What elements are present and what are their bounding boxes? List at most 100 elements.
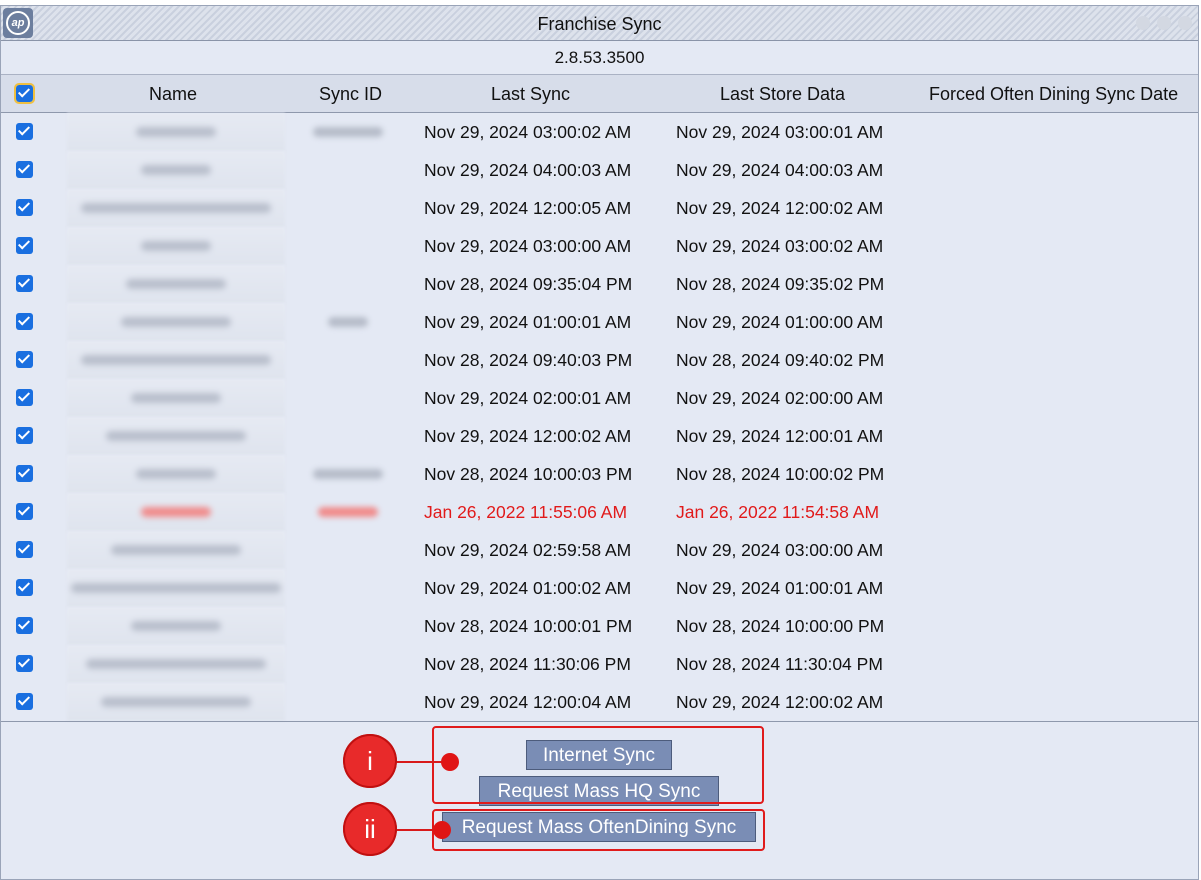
column-header-forced-sync-date[interactable]: Forced Often Dining Sync Date [929,84,1178,105]
redacted-sync-id-cell [298,151,398,189]
table-row[interactable]: Nov 29, 2024 12:00:05 AM Nov 29, 2024 12:… [1,189,1198,227]
footer-divider [1,721,1198,722]
row-select-checkbox[interactable] [16,389,33,406]
close-icon[interactable] [1178,16,1192,30]
table-row[interactable]: Nov 29, 2024 03:00:00 AM Nov 29, 2024 03:… [1,227,1198,265]
row-select-checkbox[interactable] [16,199,33,216]
redacted-name-cell [67,455,285,493]
redacted-sync-id-cell [298,265,398,303]
redacted-sync-id-cell [298,531,398,569]
last-store-data-cell: Nov 29, 2024 03:00:02 AM [676,236,884,256]
table-header: Name Sync ID Last Sync Last Store Data F… [1,75,1198,113]
redacted-sync-id-cell [298,189,398,227]
window-controls [1136,16,1192,30]
redacted-sync-id-cell [298,607,398,645]
connector-line-ii [396,829,436,831]
last-store-data-cell: Nov 28, 2024 09:35:02 PM [676,274,885,294]
redacted-name-cell [67,341,285,379]
table-row[interactable]: Nov 28, 2024 09:35:04 PM Nov 28, 2024 09:… [1,265,1198,303]
row-select-checkbox[interactable] [16,427,33,444]
last-store-data-cell: Nov 29, 2024 12:00:02 AM [676,692,884,712]
redacted-sync-id-cell [298,303,398,341]
redacted-name-cell [67,607,285,645]
last-sync-cell: Jan 26, 2022 11:55:06 AM [424,502,628,522]
table-row[interactable]: Nov 28, 2024 10:00:01 PM Nov 28, 2024 10:… [1,607,1198,645]
redacted-name-cell [67,417,285,455]
redacted-name-cell [67,227,285,265]
row-select-checkbox[interactable] [16,617,33,634]
highlight-box-ii [432,809,765,851]
row-select-checkbox[interactable] [16,275,33,292]
last-sync-cell: Nov 29, 2024 02:59:58 AM [424,540,632,560]
last-store-data-cell: Nov 28, 2024 11:30:04 PM [676,654,883,674]
highlight-box-i [432,726,764,804]
last-sync-cell: Nov 29, 2024 12:00:04 AM [424,692,632,712]
column-header-last-store-data[interactable]: Last Store Data [720,84,845,105]
last-store-data-cell: Nov 28, 2024 09:40:02 PM [676,350,885,370]
last-store-data-cell: Nov 29, 2024 03:00:01 AM [676,122,884,142]
table-row[interactable]: Nov 29, 2024 02:00:01 AM Nov 29, 2024 02:… [1,379,1198,417]
row-select-checkbox[interactable] [16,237,33,254]
redacted-name-cell [67,189,285,227]
last-sync-cell: Nov 28, 2024 09:35:04 PM [424,274,633,294]
row-select-checkbox[interactable] [16,161,33,178]
table-row[interactable]: Nov 29, 2024 12:00:02 AM Nov 29, 2024 12:… [1,417,1198,455]
last-sync-cell: Nov 29, 2024 01:00:02 AM [424,578,632,598]
last-sync-cell: Nov 29, 2024 12:00:05 AM [424,198,632,218]
row-select-checkbox[interactable] [16,655,33,672]
last-store-data-cell: Nov 29, 2024 12:00:01 AM [676,426,884,446]
last-store-data-cell: Jan 26, 2022 11:54:58 AM [676,502,880,522]
column-header-last-sync[interactable]: Last Sync [491,84,570,105]
annotation-marker-i: i [343,734,397,788]
row-select-checkbox[interactable] [16,313,33,330]
table-row[interactable]: Nov 29, 2024 04:00:03 AM Nov 29, 2024 04:… [1,151,1198,189]
last-store-data-cell: Nov 29, 2024 12:00:02 AM [676,198,884,218]
row-select-checkbox[interactable] [16,465,33,482]
table-row[interactable]: Nov 28, 2024 11:30:06 PM Nov 28, 2024 11:… [1,645,1198,683]
last-sync-cell: Nov 29, 2024 12:00:02 AM [424,426,632,446]
table-row[interactable]: Jan 26, 2022 11:55:06 AM Jan 26, 2022 11:… [1,493,1198,531]
table-row[interactable]: Nov 29, 2024 12:00:04 AM Nov 29, 2024 12:… [1,683,1198,721]
maximize-icon[interactable] [1157,16,1171,30]
last-sync-cell: Nov 28, 2024 11:30:06 PM [424,654,631,674]
redacted-sync-id-cell [298,455,398,493]
last-store-data-cell: Nov 29, 2024 02:00:00 AM [676,388,884,408]
redacted-name-cell [67,569,285,607]
table-row[interactable]: Nov 29, 2024 03:00:02 AM Nov 29, 2024 03:… [1,113,1198,151]
last-sync-cell: Nov 28, 2024 10:00:01 PM [424,616,633,636]
table-row[interactable]: Nov 29, 2024 01:00:01 AM Nov 29, 2024 01:… [1,303,1198,341]
row-select-checkbox[interactable] [16,123,33,140]
row-select-checkbox[interactable] [16,503,33,520]
redacted-name-cell [67,265,285,303]
title-bar[interactable]: ap Franchise Sync [1,6,1198,41]
redacted-sync-id-cell [298,417,398,455]
row-select-checkbox[interactable] [16,541,33,558]
column-header-sync-id[interactable]: Sync ID [319,84,382,105]
redacted-sync-id-cell [298,113,398,151]
select-all-checkbox[interactable] [14,83,35,104]
last-sync-cell: Nov 29, 2024 02:00:01 AM [424,388,632,408]
column-header-name[interactable]: Name [149,84,197,105]
redacted-sync-id-cell [298,379,398,417]
connector-dot-i [441,753,459,771]
table-row[interactable]: Nov 29, 2024 02:59:58 AM Nov 29, 2024 03:… [1,531,1198,569]
redacted-sync-id-cell [298,341,398,379]
redacted-name-cell [67,303,285,341]
table-row[interactable]: Nov 28, 2024 10:00:03 PM Nov 28, 2024 10:… [1,455,1198,493]
row-select-checkbox[interactable] [16,693,33,710]
window-title: Franchise Sync [537,14,662,34]
last-store-data-cell: Nov 29, 2024 01:00:00 AM [676,312,884,332]
connector-dot-ii [433,821,451,839]
last-store-data-cell: Nov 29, 2024 03:00:00 AM [676,540,884,560]
franchise-table-body: Nov 29, 2024 03:00:02 AM Nov 29, 2024 03:… [1,113,1198,721]
minimize-icon[interactable] [1136,16,1150,30]
redacted-name-cell [67,683,285,721]
row-select-checkbox[interactable] [16,579,33,596]
redacted-name-cell [67,531,285,569]
row-select-checkbox[interactable] [16,351,33,368]
table-row[interactable]: Nov 29, 2024 01:00:02 AM Nov 29, 2024 01:… [1,569,1198,607]
version-label: 2.8.53.3500 [1,42,1198,75]
table-row[interactable]: Nov 28, 2024 09:40:03 PM Nov 28, 2024 09:… [1,341,1198,379]
redacted-sync-id-cell [298,645,398,683]
annotation-marker-ii: ii [343,802,397,856]
